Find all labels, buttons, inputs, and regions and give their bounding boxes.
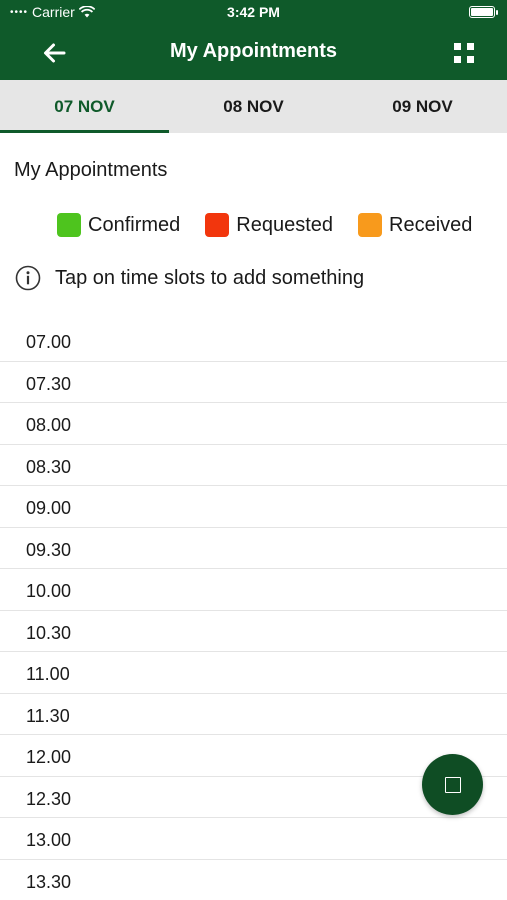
- time-slot[interactable]: 09.00: [0, 486, 507, 528]
- time-slot-label: 13.30: [26, 871, 72, 892]
- time-slot-label: 09.00: [26, 498, 72, 518]
- legend-received: Received: [358, 213, 472, 237]
- section-title: My Appointments: [14, 159, 168, 181]
- legend-confirmed: Confirmed: [57, 213, 180, 237]
- time-slot-label: 12.00: [26, 747, 72, 767]
- time-slot[interactable]: 10.00: [0, 569, 507, 611]
- time-slot-label: 10.30: [26, 622, 72, 643]
- time-slot[interactable]: 13.30: [0, 860, 507, 900]
- time-slot-label: 09.30: [26, 539, 72, 560]
- time-slot[interactable]: 08.30: [0, 445, 507, 486]
- time-slot-list: 07.00 07.30 08.00 08.30 09.00 09.30 10.0…: [0, 320, 507, 900]
- floating-action-button[interactable]: [422, 754, 483, 815]
- status-legend: Confirmed Requested Received: [57, 213, 472, 237]
- time-slot[interactable]: 07.30: [0, 362, 507, 403]
- date-tabs: 07 NOV 08 NOV 09 NOV: [0, 80, 507, 133]
- square-icon: [444, 776, 461, 793]
- confirmed-swatch: [57, 213, 81, 237]
- time-slot-label: 10.00: [26, 581, 72, 601]
- tab-08-nov[interactable]: 08 NOV: [169, 80, 338, 133]
- top-header: •••• Carrier 3:42 PM My Appointments: [0, 0, 507, 80]
- status-time: 3:42 PM: [227, 4, 280, 20]
- tab-07-nov[interactable]: 07 NOV: [0, 80, 169, 133]
- time-slot[interactable]: 11.30: [0, 694, 507, 735]
- time-slot-label: 11.00: [26, 664, 70, 684]
- hint-row: Tap on time slots to add something: [15, 265, 364, 291]
- time-slot-label: 13.00: [26, 830, 72, 850]
- time-slot-label: 07.30: [26, 373, 72, 394]
- time-slot[interactable]: 11.00: [0, 652, 507, 694]
- legend-label-confirmed: Confirmed: [88, 213, 181, 236]
- legend-label-requested: Requested: [236, 213, 334, 236]
- time-slot[interactable]: 13.00: [0, 818, 507, 860]
- status-bar: •••• Carrier 3:42 PM: [0, 0, 507, 26]
- time-slot-label: 08.30: [26, 456, 72, 477]
- app-bar: My Appointments: [0, 26, 507, 80]
- time-slot[interactable]: 08.00: [0, 403, 507, 445]
- time-slot-label: 07.00: [26, 332, 72, 352]
- time-slot-label: 11.30: [26, 705, 70, 726]
- received-swatch: [358, 213, 383, 237]
- tab-09-nov[interactable]: 09 NOV: [338, 80, 507, 133]
- legend-label-received: Received: [389, 213, 473, 236]
- time-slot-label: 12.30: [26, 788, 72, 809]
- battery-icon: [469, 6, 498, 18]
- grid-menu-button[interactable]: [451, 40, 477, 66]
- page-title: My Appointments: [169, 40, 338, 62]
- time-slot-label: 08.00: [26, 415, 72, 435]
- grid-icon: [454, 43, 474, 63]
- requested-swatch: [205, 213, 230, 237]
- info-icon: [15, 265, 41, 291]
- legend-requested: Requested: [205, 213, 333, 237]
- time-slot[interactable]: 07.00: [0, 320, 507, 362]
- hint-text: Tap on time slots to add something: [55, 266, 365, 289]
- time-slot[interactable]: 09.30: [0, 528, 507, 569]
- time-slot[interactable]: 10.30: [0, 611, 507, 652]
